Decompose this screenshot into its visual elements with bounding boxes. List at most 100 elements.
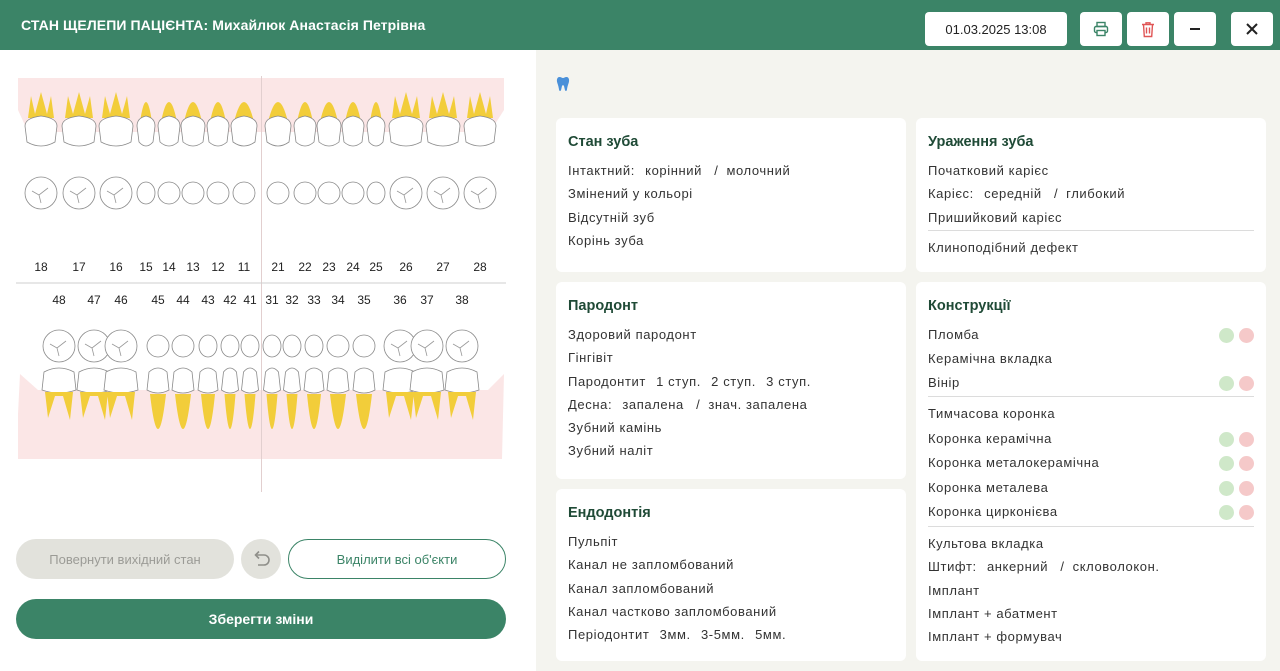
- pin-fiberglass-option[interactable]: скловолокон.: [1073, 559, 1160, 574]
- tooth-number-15[interactable]: 15: [139, 260, 152, 274]
- option-canal-filled[interactable]: Канал запломбований: [568, 577, 894, 600]
- tooth-number-47[interactable]: 47: [87, 293, 100, 307]
- option-veneer[interactable]: Вінір: [928, 371, 1254, 395]
- ok-status-dot[interactable]: [1219, 456, 1234, 472]
- tooth-number-11[interactable]: 11: [238, 260, 250, 274]
- option-implant-former[interactable]: Імплант + формувач: [928, 625, 1254, 648]
- tooth-number-34[interactable]: 34: [331, 293, 344, 307]
- tooth-26[interactable]: [388, 92, 424, 210]
- tooth-number-21[interactable]: 21: [271, 260, 284, 274]
- tooth-number-17[interactable]: 17: [72, 260, 85, 274]
- option-pulpitis[interactable]: Пульпіт: [568, 530, 894, 553]
- tooth-number-23[interactable]: 23: [322, 260, 335, 274]
- tooth-number-35[interactable]: 35: [357, 293, 370, 307]
- intact-milk-option[interactable]: молочний: [726, 163, 790, 178]
- periodontitis-degree-2[interactable]: 2 ступ.: [711, 374, 756, 389]
- option-canal-partially-filled[interactable]: Канал частково запломбований: [568, 600, 894, 623]
- intact-permanent-option[interactable]: корінний: [645, 163, 702, 178]
- lesion-3mm-option[interactable]: 3мм.: [660, 627, 691, 642]
- caries-medium-option[interactable]: середній: [984, 186, 1042, 201]
- option-healthy-periodont[interactable]: Здоровий пародонт: [568, 323, 894, 346]
- tooth-number-27[interactable]: 27: [436, 260, 449, 274]
- tooth-27[interactable]: [425, 92, 461, 210]
- tooth-number-45[interactable]: 45: [151, 293, 164, 307]
- option-cervical-caries[interactable]: Пришийковий карієс: [928, 206, 1254, 229]
- option-initial-caries[interactable]: Початковий карієс: [928, 159, 1254, 182]
- close-button[interactable]: [1231, 12, 1273, 46]
- tooth-17[interactable]: [61, 92, 97, 210]
- option-gingivitis[interactable]: Гінгівіт: [568, 346, 894, 369]
- tooth-18[interactable]: [24, 92, 58, 210]
- tooth-number-22[interactable]: 22: [298, 260, 311, 274]
- bad-status-dot[interactable]: [1239, 456, 1254, 472]
- tooth-number-43[interactable]: 43: [201, 293, 214, 307]
- tooth-number-33[interactable]: 33: [307, 293, 320, 307]
- lesion-5mm-option[interactable]: 5мм.: [755, 627, 786, 642]
- bad-status-dot[interactable]: [1239, 480, 1254, 496]
- tooth-number-14[interactable]: 14: [162, 260, 175, 274]
- tooth-number-32[interactable]: 32: [285, 293, 298, 307]
- tooth-number-13[interactable]: 13: [186, 260, 199, 274]
- tooth-number-44[interactable]: 44: [176, 293, 189, 307]
- datetime-field[interactable]: 01.03.2025 13:08: [925, 12, 1067, 46]
- option-implant[interactable]: Імплант: [928, 579, 1254, 602]
- tooth-16[interactable]: [98, 92, 134, 210]
- option-ceramic-crown[interactable]: Коронка керамічна: [928, 427, 1254, 452]
- option-wedge-defect[interactable]: Клиноподібний дефект: [928, 236, 1254, 259]
- tooth-number-18[interactable]: 18: [34, 260, 47, 274]
- bad-status-dot[interactable]: [1239, 376, 1254, 391]
- tooth-number-38[interactable]: 38: [455, 293, 468, 307]
- tooth-number-46[interactable]: 46: [114, 293, 127, 307]
- gum-inflamed-option[interactable]: запалена: [622, 397, 684, 412]
- tooth-number-26[interactable]: 26: [399, 260, 412, 274]
- tooth-number-41[interactable]: 41: [243, 293, 256, 307]
- option-canal-unfilled[interactable]: Канал не запломбований: [568, 553, 894, 576]
- gum-very-inflamed-option[interactable]: знач. запалена: [708, 397, 807, 412]
- ok-status-dot[interactable]: [1219, 431, 1234, 447]
- tooth-number-36[interactable]: 36: [393, 293, 406, 307]
- tooth-number-31[interactable]: 31: [265, 293, 278, 307]
- bad-status-dot[interactable]: [1239, 328, 1254, 343]
- caries-deep-option[interactable]: глибокий: [1066, 186, 1125, 201]
- option-discolored[interactable]: Змінений у кольорі: [568, 182, 894, 205]
- option-filling[interactable]: Пломба: [928, 323, 1254, 347]
- periodontitis-degree-1[interactable]: 1 ступ.: [656, 374, 701, 389]
- minimize-button[interactable]: [1174, 12, 1216, 46]
- tooth-28[interactable]: [463, 92, 497, 210]
- ok-status-dot[interactable]: [1219, 505, 1234, 521]
- delete-button[interactable]: [1127, 12, 1169, 46]
- option-calculus[interactable]: Зубний камінь: [568, 416, 894, 439]
- tooth-number-48[interactable]: 48: [52, 293, 65, 307]
- separator: /: [1053, 186, 1059, 202]
- option-root[interactable]: Корінь зуба: [568, 229, 894, 252]
- select-all-button[interactable]: Виділити всі об'єкти: [288, 539, 506, 579]
- option-implant-abutment[interactable]: Імплант + абатмент: [928, 602, 1254, 625]
- ok-status-dot[interactable]: [1219, 376, 1234, 391]
- tooth-number-37[interactable]: 37: [420, 293, 433, 307]
- tooth-number-16[interactable]: 16: [109, 260, 122, 274]
- tooth-number-24[interactable]: 24: [346, 260, 359, 274]
- ok-status-dot[interactable]: [1219, 480, 1234, 496]
- bad-status-dot[interactable]: [1239, 431, 1254, 447]
- bad-status-dot[interactable]: [1239, 505, 1254, 521]
- option-ceramic-inlay[interactable]: Керамічна вкладка: [928, 347, 1254, 371]
- ok-status-dot[interactable]: [1219, 328, 1234, 343]
- option-missing-tooth[interactable]: Відсутній зуб: [568, 206, 894, 229]
- tooth-number-28[interactable]: 28: [473, 260, 486, 274]
- tooth-number-25[interactable]: 25: [369, 260, 382, 274]
- option-zirconia-crown[interactable]: Коронка цирконієва: [928, 500, 1254, 525]
- tooth-number-12[interactable]: 12: [211, 260, 224, 274]
- option-temp-crown[interactable]: Тимчасова коронка: [928, 402, 1254, 427]
- print-button[interactable]: [1080, 12, 1122, 46]
- periodontitis-degree-3[interactable]: 3 ступ.: [766, 374, 811, 389]
- undo-button[interactable]: [241, 539, 281, 579]
- pin-anchor-option[interactable]: анкерний: [987, 559, 1048, 574]
- option-stump-inlay[interactable]: Культова вкладка: [928, 532, 1254, 555]
- option-metal-ceramic-crown[interactable]: Коронка металокерамічна: [928, 451, 1254, 476]
- restore-original-button[interactable]: Повернути вихідний стан: [16, 539, 234, 579]
- option-metal-crown[interactable]: Коронка металева: [928, 476, 1254, 501]
- lesion-3-5mm-option[interactable]: 3-5мм.: [701, 627, 745, 642]
- save-changes-button[interactable]: Зберегти зміни: [16, 599, 506, 639]
- option-plaque[interactable]: Зубний наліт: [568, 439, 894, 462]
- tooth-number-42[interactable]: 42: [223, 293, 236, 307]
